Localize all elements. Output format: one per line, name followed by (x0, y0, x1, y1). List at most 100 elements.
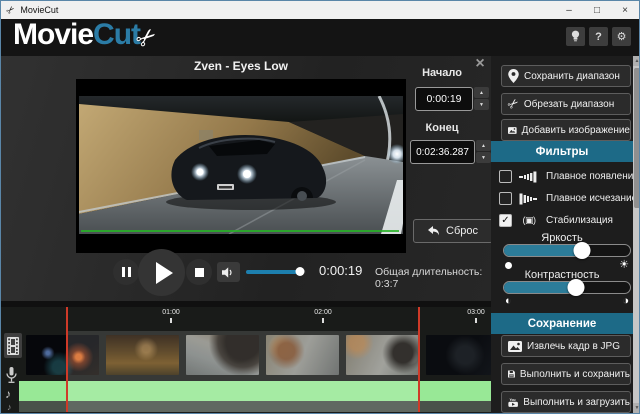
film-icon (7, 337, 19, 355)
brightness-label: Яркость (491, 232, 633, 244)
ruler-tick (322, 318, 324, 323)
maximize-button[interactable]: □ (583, 1, 611, 19)
range-start-marker[interactable] (66, 307, 68, 412)
video-track-button[interactable] (4, 333, 22, 358)
music-track-button[interactable]: ♪ (5, 387, 11, 401)
fade-out-row[interactable]: ✓ Плавное исчезание (499, 191, 637, 206)
scroll-down-icon[interactable]: ▼ (633, 403, 640, 413)
fade-in-icon (518, 171, 540, 183)
run-save-button[interactable]: Выполнить и сохранить (501, 363, 631, 385)
scrollbar-thumb[interactable] (634, 68, 640, 208)
volume-thumb[interactable] (296, 267, 305, 276)
audio-waveform-track[interactable] (19, 381, 491, 401)
stabilization-checkbox[interactable]: ✓ (499, 214, 512, 227)
sound-track-button[interactable]: ♪ (7, 402, 12, 412)
help-button[interactable]: ? (589, 27, 608, 46)
end-time-input[interactable] (410, 140, 475, 164)
fade-out-checkbox[interactable]: ✓ (499, 192, 512, 205)
run-save-label: Выполнить и сохранить (520, 369, 630, 380)
ruler-tick (475, 318, 477, 323)
mute-button[interactable] (217, 262, 240, 282)
brightness-fill (504, 245, 582, 256)
voice-track-button[interactable] (5, 367, 18, 384)
timeline-thumbnail[interactable] (346, 335, 419, 375)
stabilization-row[interactable]: ✓ (▣) Стабилизация (499, 213, 613, 228)
tips-button[interactable] (566, 27, 585, 46)
fade-in-checkbox[interactable]: ✓ (499, 170, 512, 183)
play-button[interactable] (138, 249, 185, 296)
add-image-label: Добавить изображение (522, 125, 630, 136)
save-range-button[interactable]: Сохранить диапазон (501, 65, 631, 87)
timeline-thumbnail[interactable] (426, 335, 491, 375)
timeline-thumbnail[interactable] (106, 335, 179, 375)
volume-fill (246, 270, 300, 274)
volume-slider[interactable] (246, 270, 306, 274)
settings-button[interactable]: ⚙ (612, 27, 631, 46)
app-header: MovieCut✂ ? ⚙ (1, 19, 639, 56)
right-panel: Сохранить диапазон ✂ Обрезать диапазон Д… (491, 56, 640, 413)
extract-frame-label: Извлечь кадр в JPG (527, 341, 620, 352)
app-logo: MovieCut✂ (13, 18, 156, 53)
image-icon (508, 125, 517, 136)
run-upload-label: Выполнить и загрузить (523, 397, 630, 408)
start-time-input[interactable] (415, 87, 473, 111)
reset-button[interactable]: Сброс (413, 219, 493, 243)
scroll-up-icon[interactable]: ▲ (633, 56, 640, 66)
timeline-thumbnail[interactable] (266, 335, 339, 375)
app-window: ✂ MovieCut – □ × MovieCut✂ ? ⚙ Zven - Ey… (0, 0, 640, 414)
scissors-icon: ✂ (504, 94, 523, 113)
end-spinner-up[interactable]: ▲ (476, 140, 491, 151)
extract-frame-button[interactable]: Извлечь кадр в JPG (501, 335, 631, 357)
save-title: Сохранение (528, 318, 597, 330)
timeline[interactable]: 01:00 02:00 03:00 ♪ ♪ (1, 301, 491, 413)
ruler-timestamp: 02:00 (308, 309, 338, 316)
dim-icon (505, 262, 512, 269)
ruler-timestamp: 03:00 (461, 309, 491, 316)
filters-header: Фильтры (491, 141, 633, 162)
stabilization-icon: (▣) (518, 215, 540, 226)
undo-arrow-icon (428, 226, 440, 236)
brightness-slider[interactable] (503, 244, 631, 257)
window-title: MovieCut (20, 5, 58, 15)
youtube-icon: You (508, 396, 518, 409)
cut-range-label: Обрезать диапазон (524, 99, 614, 110)
close-button[interactable]: × (611, 1, 639, 19)
video-player[interactable] (76, 79, 406, 253)
speaker-icon (222, 267, 235, 278)
end-spinner-down[interactable]: ▼ (476, 152, 491, 163)
minimize-button[interactable]: – (555, 1, 583, 19)
fade-in-label: Плавное появление (546, 171, 639, 182)
start-spinner: ▲ ▼ (474, 87, 489, 110)
start-spinner-up[interactable]: ▲ (474, 87, 489, 98)
video-title: Zven - Eyes Low (76, 59, 406, 73)
add-image-button[interactable]: Добавить изображение (501, 119, 631, 141)
contrast-high-icon: ◑ (622, 296, 629, 306)
cut-range-button[interactable]: ✂ Обрезать диапазон (501, 93, 631, 115)
timeline-thumbnail[interactable] (26, 335, 99, 375)
current-time: 0:00:19 (319, 263, 362, 278)
start-label: Начало (407, 67, 477, 79)
stop-icon (195, 268, 204, 277)
secondary-track[interactable] (19, 401, 491, 412)
microphone-icon (5, 367, 18, 384)
pause-icon (122, 267, 125, 277)
stop-button[interactable] (186, 259, 212, 285)
contrast-fill (504, 282, 576, 293)
brightness-thumb[interactable] (574, 242, 591, 259)
end-label: Конец (407, 122, 477, 134)
contrast-slider[interactable] (503, 281, 631, 294)
range-end-marker[interactable] (418, 307, 420, 412)
panel-scrollbar[interactable]: ▲ ▼ (633, 56, 640, 413)
pause-button[interactable] (113, 259, 139, 285)
start-spinner-down[interactable]: ▼ (474, 99, 489, 110)
floppy-icon (508, 368, 515, 380)
total-duration: Общая длительность: 0:3:7 (375, 266, 491, 290)
contrast-thumb[interactable] (567, 279, 584, 296)
bulb-icon (570, 30, 581, 43)
run-upload-button[interactable]: You Выполнить и загрузить (501, 391, 631, 413)
contrast-scale-icons: ◐ ◑ (505, 296, 629, 306)
fade-in-row[interactable]: ✓ Плавное появление (499, 169, 639, 184)
timeline-thumbnail[interactable] (186, 335, 259, 375)
stabilization-label: Стабилизация (546, 215, 613, 226)
logo-movie: Movie (13, 18, 93, 51)
